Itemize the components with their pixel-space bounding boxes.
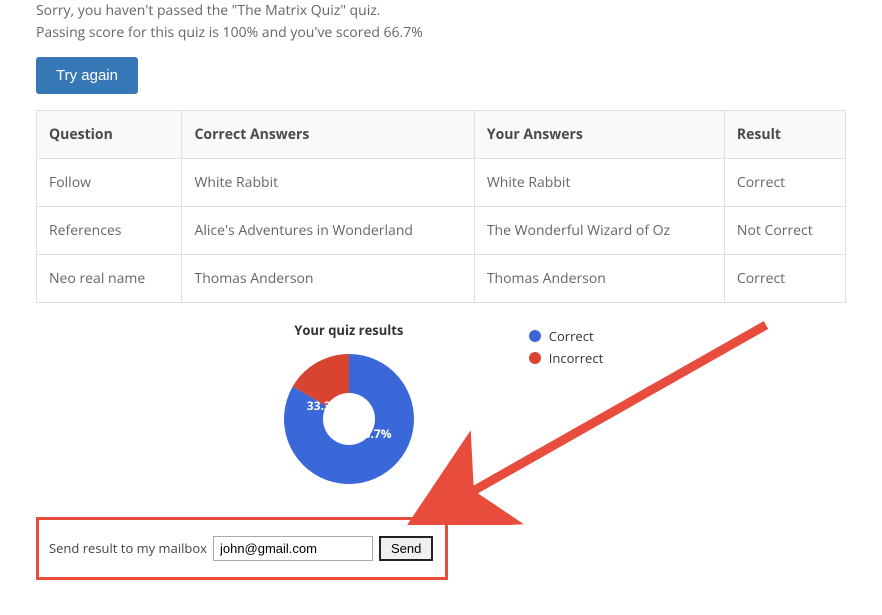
- header-correct-answers: Correct Answers: [182, 110, 474, 158]
- cell-question: Neo real name: [37, 254, 182, 302]
- table-row: Neo real name Thomas Anderson Thomas And…: [37, 254, 846, 302]
- table-row: Follow White Rabbit White Rabbit Correct: [37, 158, 846, 206]
- slice-label-correct: 66.7%: [357, 425, 392, 442]
- send-result-label: Send result to my mailbox: [49, 539, 207, 557]
- cell-result: Correct: [724, 158, 845, 206]
- chart-title: Your quiz results: [279, 321, 419, 339]
- header-question: Question: [37, 110, 182, 158]
- donut-chart: 66.7% 33.3%: [279, 349, 419, 489]
- table-row: References Alice's Adventures in Wonderl…: [37, 206, 846, 254]
- cell-question: References: [37, 206, 182, 254]
- fail-message-line2: Passing score for this quiz is 100% and …: [36, 22, 846, 44]
- cell-your-answer: The Wonderful Wizard of Oz: [474, 206, 724, 254]
- table-header-row: Question Correct Answers Your Answers Re…: [37, 110, 846, 158]
- slice-label-incorrect: 33.3%: [307, 397, 342, 414]
- legend-item-correct: Correct: [529, 327, 603, 345]
- cell-correct-answer: Thomas Anderson: [182, 254, 474, 302]
- legend-swatch-incorrect-icon: [529, 352, 541, 364]
- cell-correct-answer: White Rabbit: [182, 158, 474, 206]
- chart-legend: Correct Incorrect: [529, 327, 603, 371]
- try-again-button[interactable]: Try again: [36, 57, 138, 94]
- donut-svg: [279, 349, 419, 489]
- cell-result: Not Correct: [724, 206, 845, 254]
- send-result-section: Send result to my mailbox Send: [36, 517, 448, 580]
- header-result: Result: [724, 110, 845, 158]
- legend-swatch-correct-icon: [529, 330, 541, 342]
- cell-question: Follow: [37, 158, 182, 206]
- legend-item-incorrect: Incorrect: [529, 349, 603, 367]
- legend-label-incorrect: Incorrect: [549, 349, 603, 367]
- fail-message-line1: Sorry, you haven't passed the "The Matri…: [36, 0, 846, 22]
- cell-your-answer: White Rabbit: [474, 158, 724, 206]
- header-your-answers: Your Answers: [474, 110, 724, 158]
- email-field[interactable]: [213, 536, 373, 561]
- cell-your-answer: Thomas Anderson: [474, 254, 724, 302]
- chart-block: Your quiz results 66.7% 33.3%: [279, 321, 419, 489]
- send-button[interactable]: Send: [379, 536, 433, 561]
- cell-correct-answer: Alice's Adventures in Wonderland: [182, 206, 474, 254]
- cell-result: Correct: [724, 254, 845, 302]
- results-table: Question Correct Answers Your Answers Re…: [36, 110, 846, 303]
- legend-label-correct: Correct: [549, 327, 594, 345]
- chart-section: Your quiz results 66.7% 33.3% Correct In…: [36, 321, 846, 489]
